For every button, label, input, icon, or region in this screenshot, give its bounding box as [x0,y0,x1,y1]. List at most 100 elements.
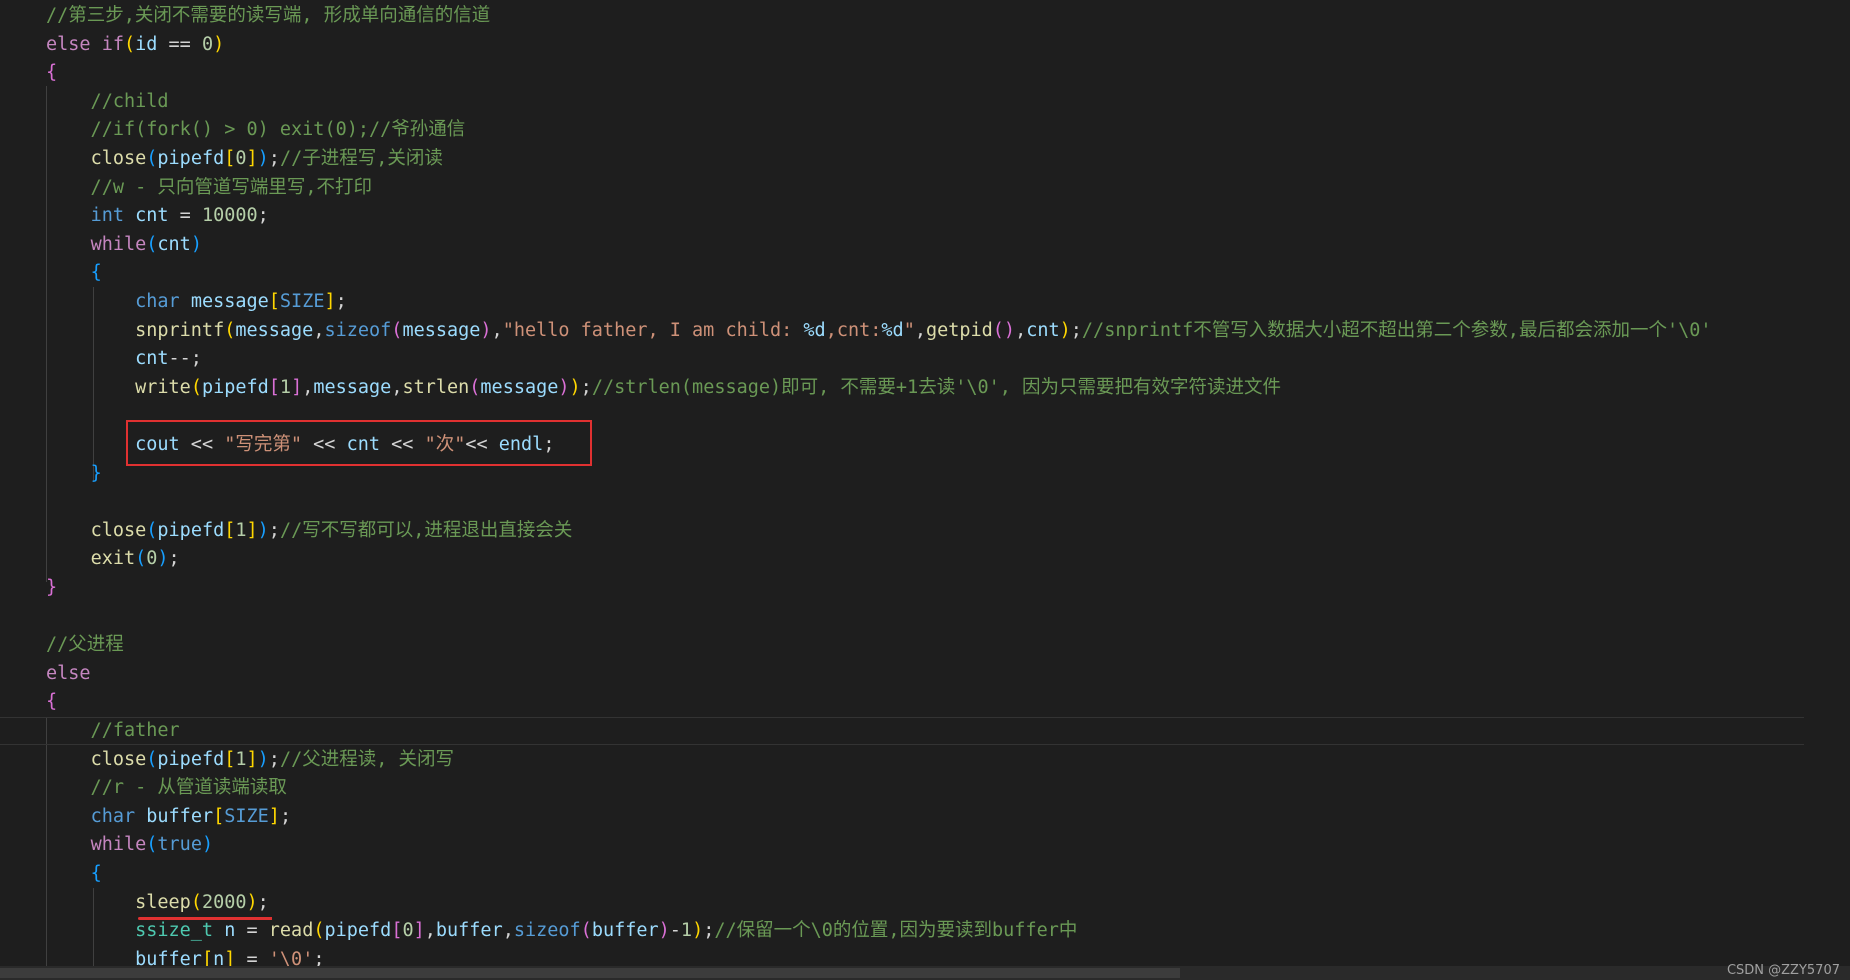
code-token: //child [46,90,169,112]
code-line[interactable]: ssize_t n = read(pipefd[0],buffer,sizeof… [0,917,1850,945]
code-token: ( [391,319,403,341]
annotation-underline [138,917,270,920]
code-token: ; [580,376,592,398]
code-token: ] [291,376,303,398]
code-line[interactable]: while(cnt) [0,231,1850,259]
code-token: close [90,748,147,770]
code-line[interactable]: char message[SIZE]; [0,288,1850,316]
annotation-underline-tail [268,917,272,920]
code-line[interactable]: char buffer[SIZE]; [0,803,1850,831]
code-token: { [90,262,102,284]
code-token: ( [146,834,158,856]
code-token: 1 [235,748,247,770]
code-token: [ [224,519,236,541]
code-token: //保留一个\0的位置,因为要读到buffer中 [714,920,1078,942]
code-line[interactable] [0,488,1850,516]
code-token: ] [246,519,258,541]
code-token: ( [146,148,158,169]
code-token: getpid [925,319,993,341]
code-line[interactable]: while(true) [0,831,1850,859]
code-line[interactable]: { [0,259,1850,287]
code-token: 0 [235,148,247,169]
code-token: message [480,376,559,398]
code-editor[interactable]: //第三步,关闭不需要的读写端, 形成单向通信的信道 else if(id == … [0,0,1850,980]
code-line[interactable]: close(pipefd[0]);//子进程写,关闭读 [0,145,1850,173]
code-line[interactable]: //if(fork() > 0) exit(0);//爷孙通信 [0,116,1850,144]
code-token: ) [190,233,202,255]
code-token: strlen [402,376,470,398]
code-line[interactable]: //w - 只向管道写端里写,不打印 [0,174,1850,202]
code-token: int [90,205,124,227]
code-token: pipefd [157,748,225,770]
code-token: == [157,33,202,55]
code-token: [ [268,376,280,398]
code-token: 0 [201,33,214,55]
code-token: ) [569,376,581,398]
code-line[interactable]: sleep(2000); [0,889,1850,917]
code-token: , [914,319,926,341]
code-token: ) [1059,319,1071,341]
code-token: ) [213,33,225,55]
scrollbar-thumb[interactable] [0,968,1180,978]
code-line[interactable]: write(pipefd[1],message,strlen(message))… [0,374,1850,402]
code-token: //if(fork() > 0) exit(0);//爷孙通信 [46,119,466,141]
code-token: [ [224,148,236,169]
code-line[interactable]: exit(0); [0,545,1850,573]
annotation-box [126,420,592,466]
horizontal-scrollbar[interactable] [0,966,1850,980]
code-token: buffer [591,920,659,942]
code-line[interactable]: snprintf(message,sizeof(message),"hello … [0,317,1850,345]
code-token: { [90,863,102,884]
code-token: ] [413,920,425,942]
code-token: ; [257,891,269,913]
code-line[interactable]: else [0,660,1850,688]
code-line[interactable] [0,603,1850,631]
code-token: 1 [279,376,292,398]
code-line[interactable]: { [0,860,1850,888]
code-line[interactable]: close(pipefd[1]);//写不写都可以,进程退出直接会关 [0,517,1850,545]
code-line[interactable]: //r - 从管道读端读取 [0,774,1850,802]
code-token: //w - 只向管道写端里写,不打印 [46,176,373,198]
code-line[interactable]: else if(id == 0) [0,31,1850,59]
code-token: read [268,920,314,942]
code-line[interactable]: //child [0,88,1850,116]
code-line[interactable]: //父进程 [0,631,1850,659]
code-token: sleep [135,891,191,913]
code-token: , [1015,319,1027,341]
code-line[interactable]: close(pipefd[1]);//父进程读, 关闭写 [0,746,1850,774]
code-line[interactable]: { [0,59,1850,87]
code-token: ; [168,548,180,570]
code-token: = [235,920,269,942]
code-token: //strlen(message)即可, 不需要+1去读'\0', 因为只需要把… [591,376,1282,398]
code-token: ; [268,519,280,541]
code-line[interactable]: } [0,574,1850,602]
code-token: "hello father, I am child: [502,319,804,341]
code-token: ( [123,33,136,55]
code-token: while [90,834,147,856]
code-line[interactable]: cnt--; [0,345,1850,373]
code-line[interactable]: { [0,688,1850,716]
code-token: ] [246,748,258,770]
code-token: ( [313,920,325,942]
code-token: //子进程写,关闭读 [279,148,443,169]
code-token: cnt [135,205,169,227]
code-token: pipefd [157,519,225,541]
code-token: { [46,691,58,713]
code-token: [ [391,920,403,942]
code-token: ) [480,319,492,341]
code-token: ; [257,205,269,227]
code-token: () [992,319,1016,341]
code-line[interactable]: //father [0,717,1804,745]
code-line[interactable]: //第三步,关闭不需要的读写端, 形成单向通信的信道 [0,2,1850,30]
code-token: //父进程读, 关闭写 [279,748,454,770]
code-line[interactable]: int cnt = 10000; [0,202,1850,230]
code-token: ] [324,291,336,312]
